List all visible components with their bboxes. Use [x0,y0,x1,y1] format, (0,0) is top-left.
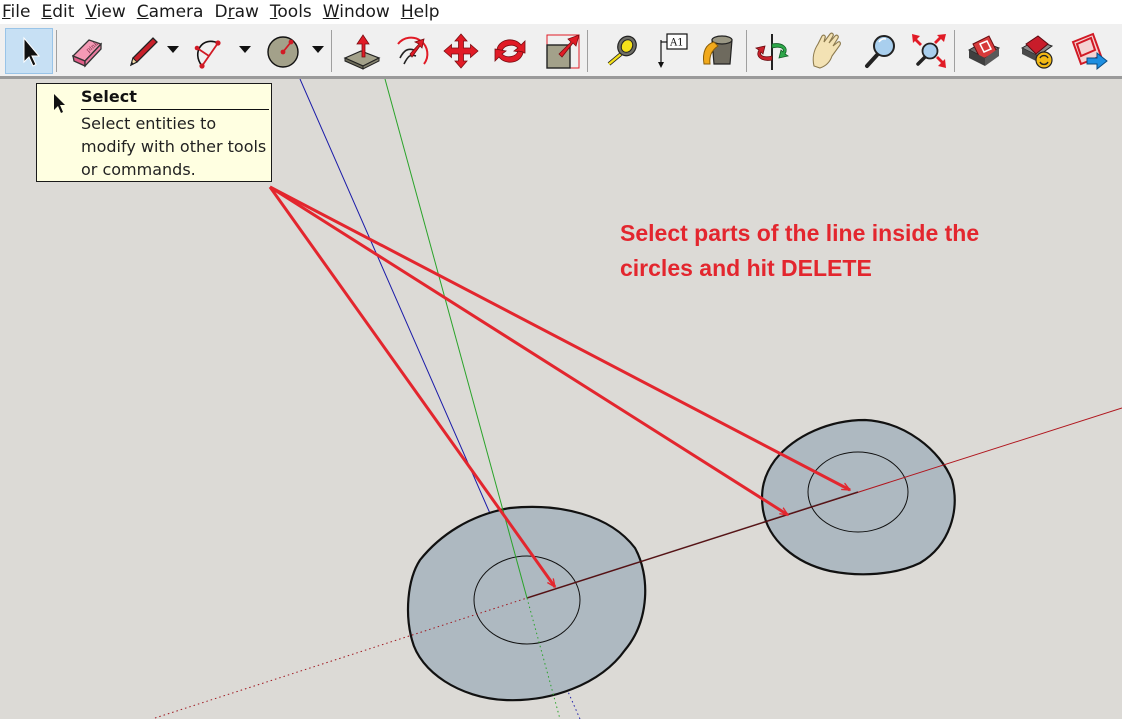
menu-window-label: indow [339,2,390,22]
annotation-arrow-1 [268,186,557,587]
line-tool-button[interactable] [118,28,166,74]
select-arrow-icon [23,36,41,67]
paint-bucket-tool-button[interactable] [693,28,741,74]
push-pull-tool-button[interactable] [338,28,386,74]
extension-warehouse-button[interactable] [1013,28,1061,74]
menu-draw-label: aw [234,2,259,22]
menu-file-label: ile [10,2,31,22]
disk-outer-face-left[interactable] [406,505,647,702]
orbit-icon [754,34,790,70]
toolbar-separator [587,30,588,72]
circle-icon [267,36,299,68]
menu-help[interactable]: Help [399,0,446,24]
menu-draw[interactable]: Draw [212,0,264,24]
menu-draw-prefix: D [214,2,228,22]
paint-bucket-icon [703,35,733,65]
menu-file[interactable]: File [0,0,36,24]
zoom-tool-button[interactable] [856,28,904,74]
pencil-icon [129,37,158,67]
eraser-icon: pink [71,39,103,68]
toolbar-separator [331,30,332,72]
arc-icon [194,40,221,69]
send-to-layout-icon [1071,32,1108,71]
text-label-icon: A1 [658,33,688,68]
3d-warehouse-button[interactable] [960,28,1008,74]
pan-hand-icon [812,32,841,69]
menu-view[interactable]: View [83,0,131,24]
annotation-line-2: circles and hit DELETE [620,255,872,281]
menu-draw-mnemonic: r [227,2,235,22]
menu-camera-mnemonic: C [136,2,149,22]
follow-me-icon [397,36,429,65]
menu-help-mnemonic: H [400,2,414,22]
menu-camera[interactable]: Camera [135,0,210,24]
extension-warehouse-icon [1020,35,1054,69]
scale-tool-button[interactable] [538,28,586,74]
arc-tool-button[interactable] [186,28,234,74]
pan-tool-button[interactable] [803,28,851,74]
disk-outer-face-right[interactable] [760,418,956,576]
toolbar-separator [954,30,955,72]
menu-tools-label: ools [277,2,312,22]
send-to-layout-button[interactable] [1064,28,1112,74]
tape-measure-tool-button[interactable] [596,28,644,74]
orbit-tool-button[interactable] [748,28,796,74]
menu-window[interactable]: Window [321,0,396,24]
menu-camera-label: amera [148,2,204,22]
line-tool-dropdown[interactable] [166,42,180,58]
circle-tool-button[interactable] [259,28,307,74]
chevron-down-icon [312,46,324,53]
tape-measure-icon [607,35,637,66]
move-tool-button[interactable] [437,28,485,74]
text-tool-button[interactable]: A1 [648,28,696,74]
scale-icon [546,34,580,69]
toolbar-separator [746,30,747,72]
instruction-annotation: Select parts of the line inside the circ… [620,216,1040,286]
zoom-magnifier-icon [865,35,895,68]
menu-bar: File Edit View Camera Draw Tools Window … [0,0,1122,24]
chevron-down-icon [239,46,251,53]
zoom-extents-tool-button[interactable] [905,28,953,74]
large-tool-set-toolbar: pink A1 [0,24,1122,79]
chevron-down-icon [167,46,179,53]
menu-window-mnemonic: W [322,2,340,22]
toolbar-separator [56,30,57,72]
circle-tool-dropdown[interactable] [311,42,325,58]
menu-help-label: elp [413,2,440,22]
rotate-icon [494,39,526,63]
menu-view-mnemonic: V [85,2,97,22]
select-tool-button[interactable] [5,28,53,74]
tooltip-title: Select [81,87,269,110]
menu-view-label: iew [96,2,126,22]
eraser-tool-button[interactable]: pink [62,28,110,74]
rotate-tool-button[interactable] [486,28,534,74]
menu-tools[interactable]: Tools [268,0,318,24]
menu-edit[interactable]: Edit [39,0,80,24]
follow-me-tool-button[interactable] [387,28,435,74]
zoom-extents-icon [912,34,946,68]
annotation-line-1: Select parts of the line inside the [620,220,980,246]
menu-file-mnemonic: F [2,2,11,22]
push-pull-icon [343,34,381,70]
move-icon [443,33,479,69]
text-tool-label: A1 [669,38,684,49]
arc-tool-dropdown[interactable] [238,42,252,58]
menu-edit-label: dit [52,2,75,22]
tooltip-body: Select entities to modify with other too… [81,114,267,179]
select-tool-tooltip: Select Select entities to modify with ot… [36,83,272,182]
select-arrow-icon [54,94,65,113]
warehouse-icon [967,35,1001,66]
menu-edit-mnemonic: E [41,2,53,22]
